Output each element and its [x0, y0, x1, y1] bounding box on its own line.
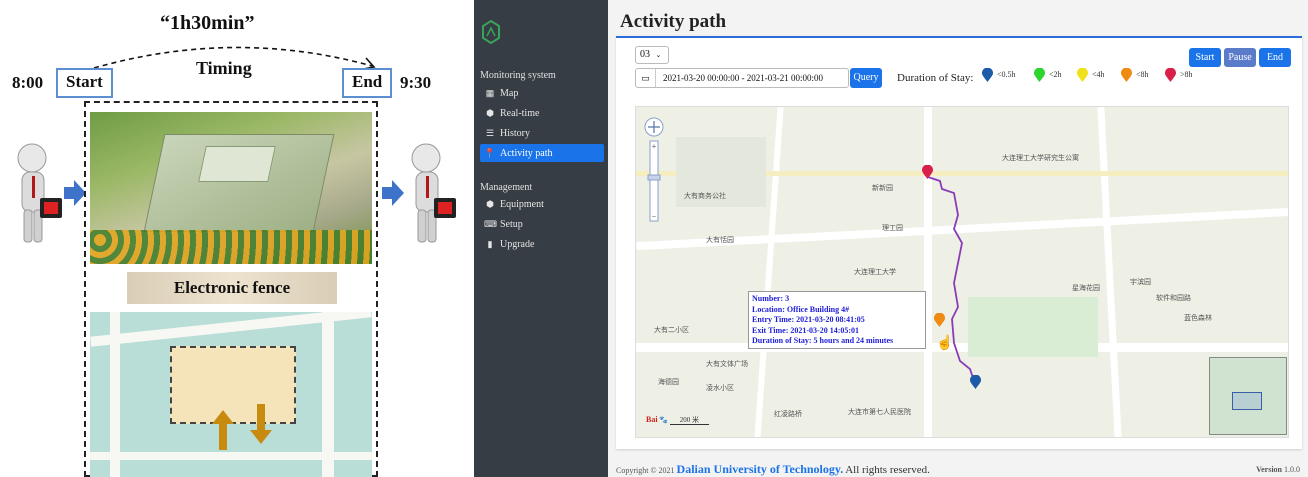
map-pin-icon[interactable]	[970, 375, 981, 389]
overview-map[interactable]	[1209, 357, 1287, 435]
legend-item-0.5h: <0.5h	[982, 68, 1016, 88]
map-pin-icon: 📍	[484, 148, 496, 158]
map-scale: Bai 🐾 200 米	[646, 415, 710, 425]
map-pin-icon	[1077, 68, 1088, 82]
duration-label: “1h30min”	[160, 12, 255, 34]
date-range-input[interactable]: ▭ 2021-03-20 00:00:00 - 2021-03-21 00:00…	[635, 68, 849, 88]
legend-item-2h: <2h	[1034, 68, 1062, 88]
keyboard-icon: ⌨	[484, 219, 497, 229]
version-text: Version	[1256, 465, 1282, 474]
end-button[interactable]: End	[1259, 48, 1291, 67]
tooltip-location: Location: Office Building 4#	[752, 304, 850, 314]
timing-diagram: “1h30min” Timing 8:00 Start End 9:30 Ele…	[0, 0, 458, 477]
sidebar-item-map[interactable]: ▦ Map	[480, 84, 604, 102]
sidebar-section-management: Management	[480, 182, 533, 193]
person-figure-right	[411, 143, 456, 243]
calendar-icon: ▭	[636, 69, 656, 87]
arrow-right-icon	[64, 180, 86, 206]
sidebar-item-label: Equipment	[500, 199, 544, 210]
page-title: Activity path	[620, 11, 727, 32]
tooltip-number: Number: 3	[752, 294, 790, 303]
map-pin-icon	[1121, 68, 1132, 82]
sidebar-item-label: Map	[500, 88, 519, 99]
zoom-control[interactable]: + −	[644, 117, 664, 229]
legend-item-over-8h: >8h	[1165, 68, 1193, 88]
map-pin-icon	[1165, 68, 1176, 82]
query-button[interactable]: Query	[850, 68, 882, 88]
start-box: Start	[56, 68, 113, 98]
timing-label: Timing	[196, 58, 252, 78]
baidu-logo: Bai	[646, 415, 658, 424]
sidebar-section-monitoring: Monitoring system	[480, 70, 556, 81]
version-number: 1.0.0	[1284, 465, 1300, 474]
map-pin-icon[interactable]	[922, 165, 933, 179]
sidebar-item-label: History	[500, 128, 530, 139]
sidebar-item-label: Real-time	[500, 108, 540, 119]
end-box: End	[342, 68, 393, 98]
device-select[interactable]: 03 ⌄	[635, 46, 669, 64]
start-time: 8:00	[12, 73, 44, 92]
map-pin-icon	[982, 68, 993, 82]
file-icon: ▮	[487, 239, 493, 249]
tooltip-entry: Entry Time: 2021-03-20 08:41:05	[752, 315, 865, 324]
person-figure-left	[17, 143, 62, 243]
aerial-building-image	[90, 112, 372, 264]
main-content: Activity path 03 ⌄ ▭ 2021-03-20 00:00:00…	[608, 0, 1308, 477]
fence-map-image	[90, 312, 372, 477]
pause-button[interactable]: Pause	[1224, 48, 1256, 67]
app-window: Monitoring system ▦ Map ⬢ Real-time ☰ Histo…	[474, 0, 1308, 477]
overview-viewport[interactable]	[1232, 392, 1262, 410]
cursor-hand-icon: ☝	[936, 336, 954, 351]
map-pin-icon[interactable]	[934, 313, 945, 327]
device-select-value: 03	[640, 49, 650, 60]
activity-map[interactable]: 大有商务公社 大连理工大学 新新园 理工园 大有恬园 大有二小区 大有文体广场 …	[635, 106, 1289, 438]
electronic-fence-label: Electronic fence	[127, 272, 337, 304]
sidebar-item-history[interactable]: ☰ History	[480, 124, 604, 142]
database-icon: ☰	[485, 128, 495, 138]
map-pin-icon	[1034, 68, 1045, 82]
sidebar-item-label: Setup	[500, 219, 523, 230]
sidebar-item-label: Upgrade	[500, 239, 535, 250]
end-time: 9:30	[400, 73, 432, 92]
version-label: Version 1.0.0	[1256, 465, 1300, 474]
sidebar-item-upgrade[interactable]: ▮ Upgrade	[480, 235, 604, 253]
grid-icon: ▦	[485, 88, 495, 98]
footer-copyright: Copyright © 2021	[616, 466, 675, 475]
sidebar-item-setup[interactable]: ⌨ Setup	[480, 215, 604, 233]
activity-card: 03 ⌄ ▭ 2021-03-20 00:00:00 - 2021-03-21 …	[616, 36, 1302, 449]
footer: Copyright © 2021 Dalian University of Te…	[616, 462, 930, 477]
route-line	[927, 176, 975, 382]
tooltip-duration: Duration of Stay: 5 hours and 24 minutes	[752, 336, 894, 345]
cube-icon: ⬢	[486, 108, 494, 118]
tooltip-exit: Exit Time: 2021-03-20 14:05:01	[752, 325, 860, 335]
date-range-value: 2021-03-20 00:00:00 - 2021-03-21 00:00:0…	[663, 73, 823, 83]
sidebar-item-real-time[interactable]: ⬢ Real-time	[480, 104, 604, 122]
svg-text:−: −	[652, 212, 657, 221]
sidebar-item-label: Activity path	[500, 148, 553, 159]
footer-rights: All rights reserved.	[845, 464, 930, 476]
stay-tooltip: Number: 3 Location: Office Building 4# E…	[748, 291, 926, 349]
sidebar: Monitoring system ▦ Map ⬢ Real-time ☰ Histo…	[474, 0, 608, 477]
cube-icon: ⬢	[486, 199, 494, 209]
chevron-down-icon: ⌄	[655, 51, 662, 59]
legend-item-4h: <4h	[1077, 68, 1105, 88]
sidebar-item-activity-path[interactable]: 📍 Activity path	[480, 144, 604, 162]
logo-icon[interactable]	[482, 20, 500, 44]
legend-item-8h: <8h	[1121, 68, 1149, 88]
footer-brand-link[interactable]: Dalian University of Technology.	[677, 462, 844, 476]
scale-label: 200 米	[669, 416, 710, 425]
sidebar-item-equipment[interactable]: ⬢ Equipment	[480, 195, 604, 213]
svg-text:+: +	[652, 142, 657, 151]
legend-title: Duration of Stay:	[897, 72, 974, 84]
start-button[interactable]: Start	[1189, 48, 1221, 67]
paw-icon: 🐾	[659, 416, 669, 424]
